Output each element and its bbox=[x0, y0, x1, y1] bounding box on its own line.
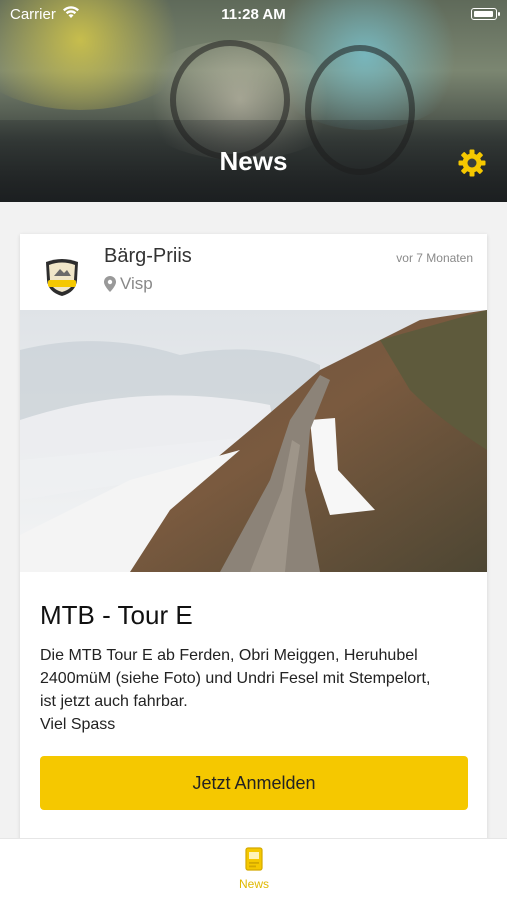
news-icon bbox=[245, 847, 263, 871]
tab-news-label: News bbox=[238, 877, 269, 891]
clock: 11:28 AM bbox=[221, 6, 286, 23]
post-body-line: 2400müM (siehe Foto) und Undri Fesel mit… bbox=[40, 670, 431, 687]
header-banner: Carrier 11:28 AM News bbox=[0, 0, 507, 202]
post-body-line: ist jetzt auch fahrbar. bbox=[40, 693, 188, 710]
post-timestamp: vor 7 Monaten bbox=[396, 251, 473, 265]
post-body-line: Viel Spass bbox=[40, 716, 116, 733]
location-label: Visp bbox=[120, 274, 153, 293]
tab-bar: News bbox=[0, 838, 507, 900]
post-title: MTB - Tour E bbox=[40, 600, 193, 630]
post-photo[interactable] bbox=[20, 310, 487, 572]
avatar bbox=[46, 259, 78, 296]
news-card[interactable]: Bärg-Priis Visp vor 7 Monaten MTB - Tour… bbox=[20, 234, 487, 874]
tab-news[interactable]: News bbox=[223, 847, 285, 897]
post-body: Die MTB Tour E ab Ferden, Obri Meiggen, … bbox=[40, 644, 470, 736]
author-name: Bärg-Priis bbox=[104, 245, 192, 267]
register-button[interactable]: Jetzt Anmelden bbox=[40, 756, 468, 810]
location-row: Visp bbox=[104, 274, 153, 294]
post-body-line: Die MTB Tour E ab Ferden, Obri Meiggen, … bbox=[40, 647, 418, 664]
status-bar: Carrier 11:28 AM bbox=[0, 0, 507, 28]
battery-icon bbox=[471, 8, 500, 20]
pin-icon bbox=[104, 276, 116, 292]
gear-icon[interactable] bbox=[457, 148, 487, 178]
page-title: News bbox=[219, 146, 288, 176]
